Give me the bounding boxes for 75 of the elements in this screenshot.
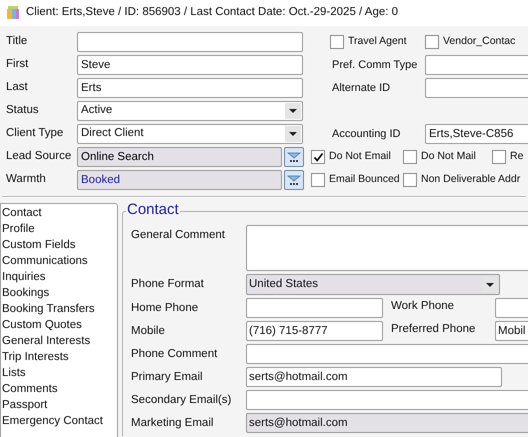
field-label: Marketing Email	[131, 416, 214, 431]
checkbox[interactable]	[330, 35, 344, 49]
checkbox-label: Re	[510, 149, 524, 164]
field-label: Secondary Email(s)	[131, 393, 232, 408]
field-label: Preferred Phone	[390, 322, 476, 337]
navigation-item[interactable]: Lists	[2, 365, 117, 381]
checkbox-label: Do Not Mail	[421, 149, 476, 164]
dropdown-field[interactable]: Active	[77, 101, 303, 121]
navigation-item[interactable]: Custom Quotes	[2, 317, 117, 333]
checkbox-label: Non Deliverable Addr	[421, 172, 520, 188]
text-field[interactable]: Mobil	[495, 321, 528, 341]
lookup-field[interactable]: Booked	[77, 170, 282, 190]
checkbox-label: Do Not Email	[329, 149, 391, 164]
navigation-item[interactable]: Inquiries	[2, 269, 117, 285]
checkbox[interactable]	[403, 173, 417, 187]
field-label: Lead Source	[6, 149, 72, 164]
field-label: Accounting ID	[331, 126, 402, 142]
field-label: Warmth	[6, 172, 47, 188]
field-label: Status	[6, 103, 40, 118]
app-icon	[6, 6, 20, 20]
field-label: Client Type	[6, 126, 64, 142]
field-label: Home Phone	[131, 301, 200, 316]
navigation-item[interactable]: Communications	[2, 253, 117, 269]
email-field[interactable]: serts@hotmail.com	[246, 367, 502, 387]
dropdown-value: United States	[249, 276, 318, 292]
checkbox[interactable]	[425, 35, 439, 49]
field-label: First	[6, 57, 30, 72]
field-label: Work Phone	[390, 299, 456, 314]
dropdown-field[interactable]: United States	[246, 274, 500, 295]
checkbox-label: Vendor_Contac	[443, 34, 516, 50]
navigation-item[interactable]: Trip Interests	[2, 349, 117, 365]
navigation-item[interactable]: Booking Transfers	[2, 301, 117, 317]
navigation-item[interactable]: Custom Fields	[2, 237, 117, 253]
phone-field[interactable]	[246, 298, 383, 318]
text-field[interactable]	[246, 344, 528, 364]
text-field[interactable]	[246, 390, 528, 410]
checkbox[interactable]	[403, 150, 417, 164]
navigation-item[interactable]: Comments	[2, 381, 117, 397]
text-field[interactable]: Erts,Steve-C856	[425, 124, 528, 144]
dropdown-field[interactable]: Direct Client	[77, 124, 303, 144]
window-title: Client: Erts,Steve / ID: 856903 / Last Contact Date: Oct.-29-2025 / Age: 0	[26, 5, 398, 20]
navigation-item[interactable]: Profile	[2, 221, 117, 237]
navigation-item[interactable]: General Interests	[2, 333, 117, 349]
comment-field[interactable]	[246, 225, 528, 271]
checkbox[interactable]	[311, 150, 325, 164]
text-field[interactable]: Erts	[77, 78, 303, 98]
lookup-button[interactable]	[284, 170, 304, 190]
navigation-item[interactable]: Contact	[2, 205, 117, 221]
navigation-item[interactable]: Emergency Contact	[2, 413, 117, 429]
text-field[interactable]	[425, 55, 528, 75]
text-field[interactable]	[495, 298, 528, 318]
dropdown-value: Active	[81, 103, 112, 118]
checkbox[interactable]	[311, 173, 325, 187]
lookup-field[interactable]: Online Search	[77, 147, 282, 167]
navigation-item[interactable]: Bookings	[2, 285, 117, 301]
field-label: General Comment	[131, 228, 226, 243]
field-label: Alternate ID	[331, 80, 392, 96]
checkbox-label: Email Bounced	[329, 172, 400, 188]
field-label: Primary Email	[131, 370, 204, 385]
text-field[interactable]	[425, 78, 528, 98]
field-label: Pref. Comm Type	[331, 58, 418, 73]
field-label: Mobile	[131, 324, 166, 339]
checkbox-label: Travel Agent	[348, 34, 407, 50]
field-label: Phone Format	[131, 277, 205, 292]
field-label: Phone Comment	[131, 347, 218, 362]
email-field[interactable]: serts@hotmail.com	[246, 413, 528, 433]
text-field[interactable]	[77, 32, 303, 52]
checkbox[interactable]	[492, 150, 506, 164]
field-label: Title	[6, 34, 28, 50]
field-label: Last	[6, 80, 29, 96]
text-field[interactable]: Steve	[77, 55, 303, 75]
lookup-button[interactable]	[284, 147, 304, 167]
dropdown-value: Direct Client	[81, 126, 144, 142]
phone-field[interactable]: (716) 715-8777	[246, 321, 383, 341]
navigation-item[interactable]: Passport	[2, 397, 117, 413]
